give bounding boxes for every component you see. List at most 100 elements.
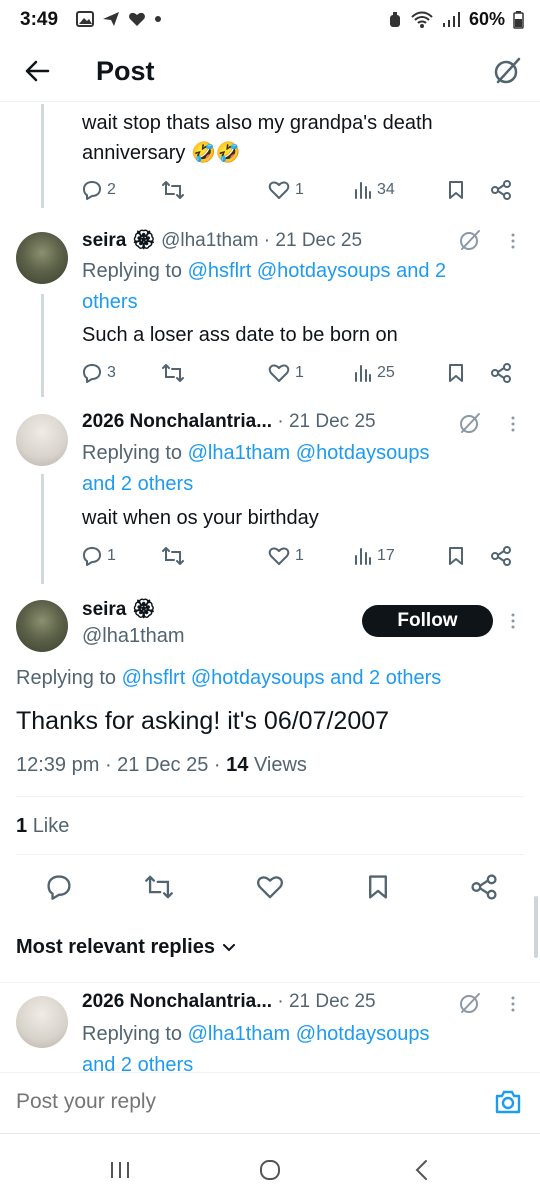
avatar[interactable] (16, 232, 68, 284)
bookmark-action[interactable] (448, 363, 464, 383)
share-action[interactable] (490, 546, 512, 566)
battery-icon (513, 10, 524, 29)
repost-icon (162, 181, 184, 199)
avatar[interactable] (16, 996, 68, 1048)
share-action[interactable] (490, 363, 512, 383)
bookmark-action[interactable] (448, 546, 464, 566)
camera-icon (495, 1090, 521, 1114)
grok-icon[interactable] (458, 411, 482, 435)
views-action[interactable]: 34 (354, 180, 395, 200)
battery-percent: 60% (468, 9, 505, 29)
heart-icon[interactable] (256, 874, 284, 900)
views-action[interactable]: 25 (354, 363, 395, 383)
post-author-line: 2026 Nonchalantria... · 21 Dec 25 (82, 411, 376, 433)
post-text: wait stop thats also my grandpa's death … (82, 112, 433, 164)
like-action[interactable]: 1 (268, 180, 304, 200)
share-icon (491, 363, 511, 383)
mention-link[interactable]: @hsflrt @hotdaysoups and 2 (188, 260, 447, 282)
share-icon[interactable] (470, 874, 498, 900)
repost-action[interactable] (162, 180, 184, 200)
reply-icon (83, 181, 101, 200)
replying-to: Replying to @hsflrt @hotdaysoups and 2 o… (16, 667, 442, 689)
avatar[interactable] (16, 414, 68, 466)
header: Post (0, 44, 540, 102)
likes-summary[interactable]: 1 Like (16, 815, 69, 838)
handle[interactable]: @lha1tham (82, 625, 185, 648)
post-time: 12:39 pm (16, 754, 100, 776)
views-count: 14 (226, 754, 249, 776)
mention-link[interactable]: @lha1tham @hotdaysoups (188, 442, 430, 464)
mention-link[interactable]: @lha1tham @hotdaysoups (188, 1023, 430, 1045)
camera-button[interactable] (494, 1089, 522, 1115)
back-button[interactable] (24, 58, 50, 84)
like-action[interactable]: 1 (268, 546, 304, 566)
display-name[interactable]: seira 🏵 (82, 597, 156, 621)
bookmark-icon (449, 547, 463, 565)
more-icon[interactable] (510, 232, 516, 250)
reply-input[interactable] (16, 1090, 436, 1114)
more-icon[interactable] (510, 612, 516, 630)
grok-button[interactable] (492, 56, 522, 86)
divider (16, 796, 524, 797)
likes-label: Like (32, 815, 70, 837)
heart-icon (268, 547, 290, 565)
dot-icon (155, 16, 161, 22)
gallery-icon (76, 11, 94, 27)
grok-icon[interactable] (458, 991, 482, 1015)
avatar[interactable] (16, 600, 68, 652)
heart-icon (268, 364, 290, 382)
display-name[interactable]: seira 🏵 (82, 230, 156, 251)
post-actions: 1 1 17 (82, 546, 522, 572)
home-icon[interactable] (258, 1158, 282, 1182)
reply-action[interactable]: 3 (82, 363, 116, 383)
more-icon[interactable] (510, 415, 516, 433)
post-author-line: 2026 Nonchalantria... · 21 Dec 25 (82, 991, 376, 1013)
repost-action[interactable] (162, 363, 184, 383)
mention-link[interactable]: and 2 others (82, 1054, 193, 1071)
system-nav-bar (0, 1140, 540, 1199)
reply-item[interactable]: 2026 Nonchalantria... · 21 Dec 25 Replyi… (0, 983, 540, 1071)
thread-connector (41, 474, 44, 584)
main-post-text: Thanks for asking! it's 06/07/2007 (16, 707, 390, 735)
status-time: 3:49 (20, 9, 59, 30)
bookmark-icon[interactable] (367, 874, 389, 900)
like-action[interactable]: 1 (268, 363, 304, 383)
views-icon (355, 365, 371, 382)
replies-sort-dropdown[interactable]: Most relevant replies (16, 936, 235, 959)
post-date: · 21 Dec 25 (277, 411, 376, 432)
recents-icon[interactable] (108, 1160, 132, 1180)
main-post-actions (0, 874, 540, 902)
reply-icon[interactable] (46, 874, 72, 900)
post-date: · 21 Dec 25 (263, 230, 363, 251)
repost-action[interactable] (162, 546, 184, 566)
post-date: · 21 Dec 25 (277, 991, 376, 1012)
more-icon[interactable] (510, 995, 516, 1013)
display-name[interactable]: 2026 Nonchalantria... (82, 991, 272, 1012)
chevron-down-icon (222, 943, 235, 951)
heart-icon (268, 181, 290, 199)
arrow-left-icon (25, 60, 50, 82)
grok-icon[interactable] (458, 228, 482, 252)
mention-link[interactable]: others (82, 291, 138, 313)
post-actions: 2 1 34 (82, 180, 522, 206)
back-nav-icon[interactable] (414, 1159, 430, 1181)
mention-link[interactable]: @hsflrt @hotdaysoups and 2 others (122, 667, 442, 689)
share-action[interactable] (490, 180, 512, 200)
share-icon (491, 546, 511, 566)
scrollbar[interactable] (534, 896, 538, 958)
mention-link[interactable]: and 2 others (82, 473, 193, 495)
bookmark-action[interactable] (448, 180, 464, 200)
reply-action[interactable]: 2 (82, 180, 116, 200)
views-label[interactable]: Views (254, 754, 307, 776)
repost-icon[interactable] (145, 874, 173, 900)
bookmark-icon (449, 364, 463, 382)
notification-icons (76, 11, 162, 27)
views-action[interactable]: 17 (354, 546, 395, 566)
wifi-icon (411, 11, 433, 28)
display-name[interactable]: 2026 Nonchalantria... (82, 411, 272, 432)
reply-action[interactable]: 1 (82, 546, 116, 566)
page-title: Post (96, 56, 155, 86)
follow-button[interactable]: Follow (362, 605, 493, 637)
replying-to: Replying to @lha1tham @hotdaysoups and 2… (82, 1019, 522, 1071)
handle[interactable]: @lha1tham (161, 230, 258, 251)
